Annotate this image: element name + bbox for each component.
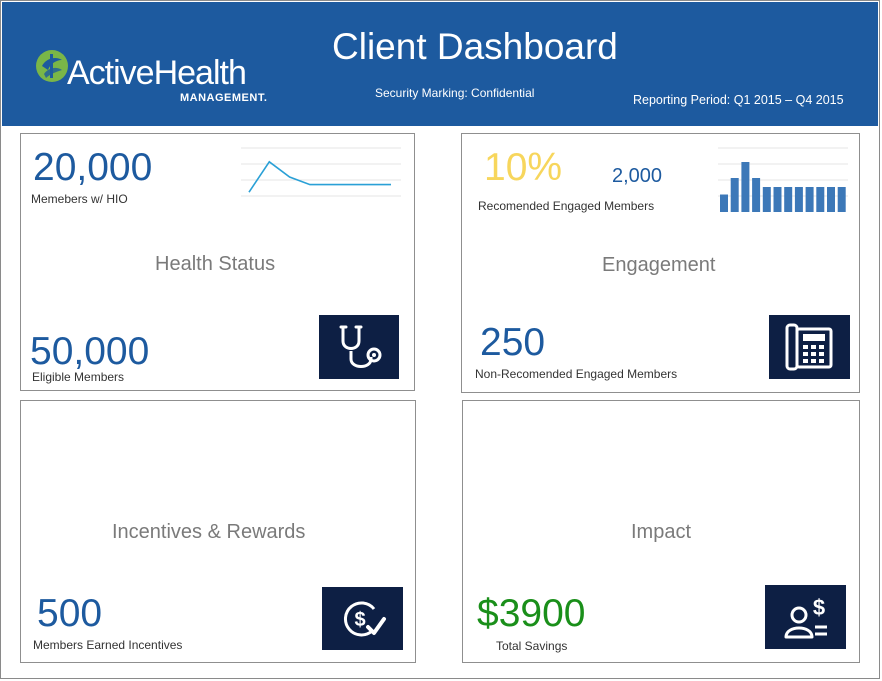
- reporting-period: Reporting Period: Q1 2015 – Q4 2015: [633, 93, 844, 107]
- page-title: Client Dashboard: [332, 26, 618, 67]
- members-hio-label: Memebers w/ HIO: [31, 192, 128, 206]
- mini-bar: [752, 178, 761, 212]
- activehealth-logo: ActiveHealth MANAGEMENT.: [34, 48, 294, 108]
- security-marking: Security Marking: Confidential: [375, 86, 535, 100]
- health-status-title: Health Status: [155, 253, 276, 275]
- impact-title: Impact: [631, 521, 692, 543]
- mini-bar: [816, 187, 825, 212]
- logo-wordmark: ActiveHealth: [67, 54, 247, 92]
- eligible-members-value: 50,000: [30, 330, 150, 373]
- stethoscope-icon-box: [319, 315, 399, 379]
- total-savings-value: $3900: [477, 592, 586, 635]
- person-dollar-icon-box: $: [765, 585, 846, 649]
- svg-text:$: $: [354, 609, 365, 631]
- eligible-members-label: Eligible Members: [32, 370, 125, 384]
- mini-bar: [794, 187, 803, 212]
- mini-bar: [827, 187, 835, 212]
- logo-subtitle: MANAGEMENT.: [180, 92, 268, 104]
- mini-bar: [762, 187, 771, 212]
- engagement-title: Engagement: [602, 254, 716, 276]
- person-dollar-icon: $: [784, 595, 827, 639]
- members-earned-incentives-value: 500: [37, 592, 103, 635]
- non-recommended-label: Non-Recomended Engaged Members: [475, 367, 678, 381]
- phone-icon: [785, 323, 833, 371]
- engagement-mini-bar-chart: [718, 147, 848, 212]
- mini-bar: [773, 187, 782, 212]
- members-earned-incentives-label: Members Earned Incentives: [33, 638, 183, 652]
- engagement-panel[interactable]: 10% 2,000 Recomended Engaged Members Eng…: [461, 133, 860, 393]
- dollar-check-icon: $: [343, 601, 386, 637]
- total-savings-label: Total Savings: [496, 639, 568, 653]
- incentives-panel[interactable]: Incentives & Rewards 500 Members Earned …: [20, 400, 416, 663]
- mini-bar: [720, 194, 728, 212]
- mini-bar: [837, 187, 846, 212]
- health-status-panel[interactable]: 20,000 Memebers w/ HIO Health Status 50,…: [20, 133, 415, 391]
- leaf-emblem-icon: [36, 50, 68, 82]
- mini-bar: [784, 187, 793, 212]
- recommended-engaged-count: 2,000: [612, 165, 663, 187]
- sparkline-series: [248, 160, 391, 193]
- recommended-engaged-percent: 10%: [484, 146, 563, 189]
- mini-bar: [805, 187, 814, 212]
- stethoscope-icon: [339, 325, 382, 368]
- members-hio-sparkline: [241, 147, 401, 197]
- svg-text:$: $: [813, 595, 825, 620]
- header-bar: ActiveHealth MANAGEMENT. Client Dashboar…: [2, 2, 878, 126]
- non-recommended-value: 250: [480, 321, 546, 364]
- recommended-engaged-label: Recomended Engaged Members: [478, 199, 655, 213]
- mini-bar: [730, 178, 739, 212]
- dollar-check-icon-box: $: [322, 587, 403, 650]
- phone-icon-box: [769, 315, 850, 379]
- incentives-title: Incentives & Rewards: [112, 521, 306, 543]
- impact-panel[interactable]: Impact $3900 Total Savings $: [462, 400, 860, 663]
- mini-bar: [741, 162, 750, 212]
- members-hio-value: 20,000: [33, 146, 153, 189]
